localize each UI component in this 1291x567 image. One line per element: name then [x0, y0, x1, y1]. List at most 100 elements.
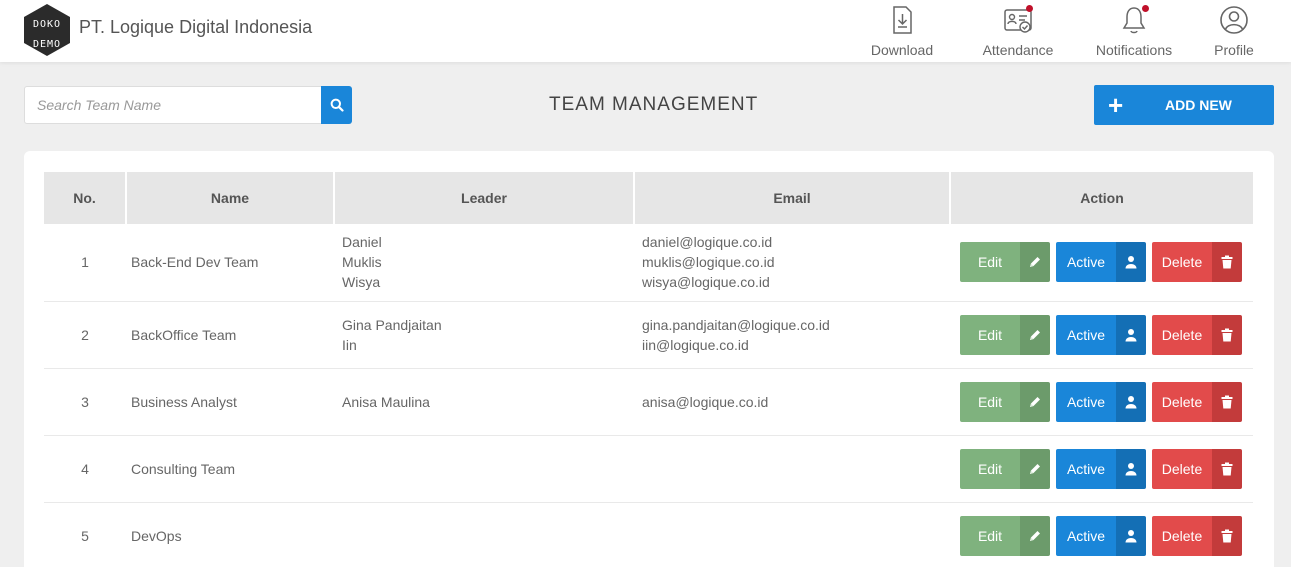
attendance-badge	[1026, 5, 1033, 12]
table-row: 4 Consulting Team Edit Active Delete	[44, 435, 1253, 503]
leader-name: Wisya	[342, 274, 381, 291]
leader-email: muklis@logique.co.id	[642, 254, 775, 271]
row-number: 1	[44, 224, 126, 302]
nav-profile[interactable]: Profile	[1179, 4, 1289, 58]
email-cell: anisa@logique.co.id	[634, 368, 950, 436]
user-icon	[1116, 314, 1146, 355]
leader-cell	[334, 435, 634, 503]
email-cell: daniel@logique.co.id muklis@logique.co.id…	[634, 224, 950, 302]
leader-name: Muklis	[342, 254, 382, 271]
nav-notifications[interactable]: Notifications	[1079, 4, 1189, 58]
delete-button[interactable]: Delete	[1152, 448, 1242, 489]
pencil-icon	[1020, 381, 1050, 422]
active-toggle-button[interactable]: Active	[1056, 515, 1146, 556]
delete-label: Delete	[1152, 381, 1212, 422]
col-leader-header: Leader	[334, 172, 635, 224]
delete-button[interactable]: Delete	[1152, 314, 1242, 355]
company-logo[interactable]: DOKO DEMO	[24, 4, 70, 56]
trash-icon	[1212, 242, 1242, 283]
pencil-icon	[1020, 314, 1050, 355]
user-icon	[1116, 515, 1146, 556]
edit-label: Edit	[960, 381, 1020, 422]
delete-label: Delete	[1152, 314, 1212, 355]
team-name: Business Analyst	[126, 368, 334, 436]
table-row: 3 Business Analyst Anisa Maulina anisa@l…	[44, 368, 1253, 436]
leader-cell: Daniel Muklis Wisya	[334, 224, 634, 302]
trash-icon	[1212, 515, 1242, 556]
search-box	[24, 86, 352, 124]
col-action-header: Action	[950, 172, 1253, 224]
nav-notifications-label: Notifications	[1095, 42, 1173, 58]
leader-cell: Gina Pandjaitan Iin	[334, 301, 634, 369]
add-new-label: ADD NEW	[1165, 97, 1232, 113]
user-icon	[1116, 381, 1146, 422]
edit-button[interactable]: Edit	[960, 515, 1050, 556]
table-row: 5 DevOps Edit Active Delete	[44, 502, 1253, 567]
plus-icon: +	[1108, 90, 1124, 120]
edit-label: Edit	[960, 242, 1020, 283]
leader-cell	[334, 502, 634, 567]
team-name: DevOps	[126, 502, 334, 567]
team-name: BackOffice Team	[126, 301, 334, 369]
logo-text-bottom: DEMO	[32, 39, 62, 50]
edit-label: Edit	[960, 314, 1020, 355]
active-toggle-button[interactable]: Active	[1056, 381, 1146, 422]
row-number: 3	[44, 368, 126, 436]
team-table: No. Name Leader Email Action 1 Back-End …	[44, 172, 1253, 567]
search-button[interactable]	[321, 86, 352, 124]
col-name-header: Name	[126, 172, 335, 224]
nav-download[interactable]: Download	[847, 4, 957, 58]
active-toggle-button[interactable]: Active	[1056, 314, 1146, 355]
delete-label: Delete	[1152, 448, 1212, 489]
edit-button[interactable]: Edit	[960, 242, 1050, 283]
delete-button[interactable]: Delete	[1152, 515, 1242, 556]
action-cell: Edit Active Delete	[950, 368, 1253, 436]
delete-label: Delete	[1152, 515, 1212, 556]
search-icon	[330, 98, 344, 112]
leader-email: wisya@logique.co.id	[642, 274, 770, 291]
pencil-icon	[1020, 242, 1050, 283]
edit-button[interactable]: Edit	[960, 314, 1050, 355]
nav-attendance-label: Attendance	[982, 42, 1054, 58]
row-number: 2	[44, 301, 126, 369]
nav-profile-label: Profile	[1214, 42, 1254, 58]
action-cell: Edit Active Delete	[950, 502, 1253, 567]
edit-button[interactable]: Edit	[960, 448, 1050, 489]
leader-email: gina.pandjaitan@logique.co.id	[642, 316, 830, 333]
leader-name: Anisa Maulina	[342, 393, 430, 410]
team-name: Back-End Dev Team	[126, 224, 334, 302]
delete-button[interactable]: Delete	[1152, 242, 1242, 283]
nav-attendance[interactable]: Attendance	[963, 4, 1073, 58]
email-cell	[634, 502, 950, 567]
add-new-button[interactable]: + ADD NEW	[1094, 85, 1274, 125]
leader-email: iin@logique.co.id	[642, 336, 749, 353]
active-label: Active	[1056, 515, 1116, 556]
page-title: TEAM MANAGEMENT	[549, 94, 759, 115]
action-cell: Edit Active Delete	[950, 435, 1253, 503]
table-header-row: No. Name Leader Email Action	[44, 172, 1253, 224]
pencil-icon	[1020, 448, 1050, 489]
email-cell	[634, 435, 950, 503]
team-name: Consulting Team	[126, 435, 334, 503]
search-input[interactable]	[25, 87, 323, 123]
active-label: Active	[1056, 242, 1116, 283]
trash-icon	[1212, 381, 1242, 422]
table-row: 2 BackOffice Team Gina Pandjaitan Iin gin…	[44, 301, 1253, 369]
active-label: Active	[1056, 314, 1116, 355]
col-email-header: Email	[634, 172, 951, 224]
active-toggle-button[interactable]: Active	[1056, 448, 1146, 489]
email-cell: gina.pandjaitan@logique.co.id iin@logique…	[634, 301, 950, 369]
leader-cell: Anisa Maulina	[334, 368, 634, 436]
edit-label: Edit	[960, 448, 1020, 489]
download-icon	[893, 6, 912, 34]
active-toggle-button[interactable]: Active	[1056, 242, 1146, 283]
user-icon	[1116, 448, 1146, 489]
leader-name: Daniel	[342, 234, 382, 251]
active-label: Active	[1056, 381, 1116, 422]
delete-button[interactable]: Delete	[1152, 381, 1242, 422]
team-table-card: No. Name Leader Email Action 1 Back-End …	[24, 151, 1274, 567]
user-icon	[1116, 242, 1146, 283]
nav-download-label: Download	[870, 42, 934, 58]
user-circle-icon	[1220, 6, 1248, 34]
edit-button[interactable]: Edit	[960, 381, 1050, 422]
